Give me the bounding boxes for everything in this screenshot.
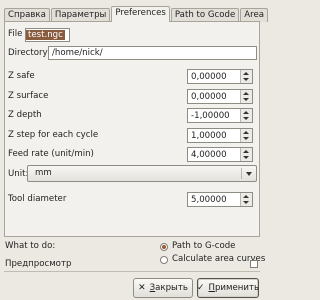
feed-rate-label: Feed rate (unit/min) (8, 149, 94, 159)
spin-down-icon[interactable] (243, 98, 249, 101)
apply-icon: ✓ (196, 283, 205, 293)
unit-select-value: mm (35, 168, 52, 178)
z-depth-spinbox[interactable]: -1,00000 (187, 108, 253, 123)
z-surface-spinbox[interactable]: 0,00000 (187, 89, 253, 104)
spin-down-icon[interactable] (243, 156, 249, 159)
close-button-label: Закрыть (149, 283, 188, 293)
spin-up-icon[interactable] (243, 92, 249, 95)
close-button[interactable]: ✕ Закрыть (133, 278, 193, 298)
preview-checkbox[interactable] (250, 260, 258, 268)
directory-input[interactable]: /home/nick/ (48, 46, 257, 60)
spin-up-icon[interactable] (243, 111, 249, 114)
spin-down-icon[interactable] (243, 117, 249, 120)
calculate-area-radio[interactable] (160, 256, 168, 264)
tool-diameter-value: 5,00000 (191, 195, 227, 205)
z-depth-label: Z depth (8, 110, 42, 120)
apply-button[interactable]: ✓ Применить (197, 278, 259, 298)
preferences-panel: File test.ngc Directory /home/nick/ Z sa… (4, 21, 260, 237)
z-surface-stepper[interactable] (240, 90, 252, 103)
spin-up-icon[interactable] (243, 150, 249, 153)
file-input[interactable]: test.ngc (25, 28, 70, 42)
tab-parameters[interactable]: Параметры (50, 8, 111, 22)
z-safe-value: 0,00000 (191, 72, 227, 82)
z-step-spinbox[interactable]: 1,00000 (187, 128, 253, 143)
spin-down-icon[interactable] (243, 78, 249, 81)
preview-label: Предпросмотр (5, 259, 72, 269)
path-to-gcode-label[interactable]: Path to G-code (172, 241, 235, 251)
spin-up-icon[interactable] (243, 131, 249, 134)
tab-help[interactable]: Справка (4, 8, 50, 22)
z-surface-label: Z surface (8, 91, 49, 101)
tab-path-to-gcode[interactable]: Path to Gcode (170, 8, 240, 22)
feed-rate-value: 4,00000 (191, 150, 227, 160)
file-input-value: test.ngc (26, 30, 65, 40)
directory-label: Directory (8, 48, 48, 58)
z-safe-spinbox[interactable]: 0,00000 (187, 69, 253, 84)
tool-diameter-stepper[interactable] (240, 193, 252, 206)
close-icon: ✕ (138, 283, 146, 293)
combo-divider (241, 168, 242, 179)
spin-up-icon[interactable] (243, 195, 249, 198)
feed-rate-stepper[interactable] (240, 148, 252, 161)
z-step-label: Z step for each cycle (8, 130, 99, 140)
z-step-value: 1,00000 (191, 131, 227, 141)
divider (4, 271, 260, 272)
chevron-down-icon[interactable] (246, 172, 252, 176)
tool-diameter-spinbox[interactable]: 5,00000 (187, 192, 253, 207)
z-depth-value: -1,00000 (191, 111, 230, 121)
spin-down-icon[interactable] (243, 201, 249, 204)
tab-area[interactable]: Area (240, 8, 269, 22)
what-to-do-label: What to do: (5, 241, 56, 251)
file-label: File (8, 29, 23, 39)
tab-preferences[interactable]: Preferences (111, 6, 170, 22)
unit-label: Unit: (8, 169, 29, 179)
z-safe-label: Z safe (8, 71, 35, 81)
tool-diameter-label: Tool diameter (8, 194, 67, 204)
tab-bar: Справка Параметры Preferences Path to Gc… (4, 6, 269, 22)
z-depth-stepper[interactable] (240, 109, 252, 122)
z-step-stepper[interactable] (240, 129, 252, 142)
directory-input-value: /home/nick/ (52, 48, 103, 58)
path-to-gcode-radio[interactable] (160, 243, 168, 251)
unit-select[interactable]: mm (27, 165, 257, 182)
apply-button-label: Применить (208, 283, 260, 293)
z-safe-stepper[interactable] (240, 70, 252, 83)
spin-down-icon[interactable] (243, 137, 249, 140)
feed-rate-spinbox[interactable]: 4,00000 (187, 147, 253, 162)
z-surface-value: 0,00000 (191, 92, 227, 102)
spin-up-icon[interactable] (243, 72, 249, 75)
